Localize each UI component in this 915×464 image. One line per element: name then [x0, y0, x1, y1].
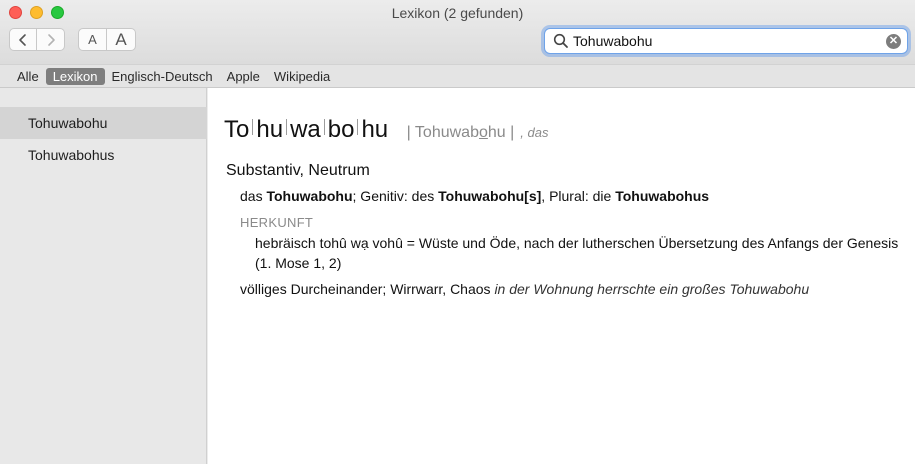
forms-text: , Plural: die [541, 188, 616, 204]
sense-definition: völliges Durcheinander; Wirrwarr, Chaos … [240, 281, 809, 297]
search-field[interactable]: ✕ [544, 28, 908, 54]
syllable-separator [323, 119, 325, 135]
navigation-buttons [9, 28, 65, 51]
search-icon [553, 33, 568, 48]
sense-example: in der Wohnung herrschte ein großes Tohu… [494, 281, 810, 297]
increase-font-button[interactable]: A [107, 28, 136, 51]
forms-bold: Tohuwabohus [615, 188, 710, 204]
forms-text: das [240, 188, 267, 204]
grammatical-gender: , das [520, 125, 549, 140]
headword-syllable: bo [327, 116, 355, 143]
chevron-left-icon [19, 33, 26, 46]
source-tabs: Alle Lexikon Englisch-Deutsch Apple Wiki… [0, 64, 915, 88]
etymology-text: hebräisch tohû wạ vohû = Wüste und Öde, … [255, 235, 899, 271]
syllable-separator [357, 119, 359, 135]
search-input[interactable] [573, 33, 886, 49]
forms-bold: Tohuwabohu [266, 188, 353, 204]
forms-text: ; Genitiv: des [352, 188, 439, 204]
window-title: Lexikon (2 gefunden) [391, 5, 524, 21]
tab-lexikon[interactable]: Lexikon [45, 67, 105, 85]
pronunciation-start: | Tohuwab [406, 124, 479, 141]
headword-syllable: To [224, 116, 250, 143]
part-of-speech: Substantiv, Neutrum [226, 162, 370, 179]
clear-search-icon[interactable]: ✕ [886, 33, 901, 49]
headword-syllable: hu [361, 116, 389, 143]
chevron-right-icon [47, 33, 55, 46]
entry-content: To hu wa bo hu | Tohuwabohu |, das Substanti… [208, 88, 915, 464]
pronunciation-end: hu | [487, 124, 515, 141]
titlebar: Lexikon (2 gefunden) A A ✕ [0, 0, 915, 64]
inflection-forms: das Tohuwabohu; Genitiv: des Tohuwabohu[… [240, 188, 709, 204]
headword-syllable: hu [256, 116, 284, 143]
entry-headline: To hu wa bo hu | Tohuwabohu |, das [224, 116, 548, 144]
sense-text: völliges Durcheinander; Wirrwarr, Chaos [240, 281, 495, 297]
decrease-font-button[interactable]: A [78, 28, 107, 51]
syllable-separator [252, 119, 254, 135]
pronunciation: | Tohuwabohu | [407, 124, 515, 141]
tab-apple[interactable]: Apple [220, 68, 267, 85]
result-item-tohuwabohu[interactable]: Tohuwabohu [0, 107, 207, 139]
results-sidebar: Tohuwabohu Tohuwabohus [0, 88, 207, 464]
back-button[interactable] [9, 28, 37, 51]
syllable-separator [286, 119, 288, 135]
result-item-tohuwabohus[interactable]: Tohuwabohus [0, 139, 207, 171]
tab-englisch-deutsch[interactable]: Englisch-Deutsch [105, 68, 220, 85]
forward-button[interactable] [37, 28, 65, 51]
etymology-label: HERKUNFT [240, 215, 314, 230]
tab-wikipedia[interactable]: Wikipedia [267, 68, 337, 85]
forms-bold: Tohuwabohu[s] [438, 188, 542, 204]
headword-syllable: wa [290, 116, 321, 143]
font-size-buttons: A A [78, 28, 136, 51]
dictionary-window: Lexikon (2 gefunden) A A ✕ [0, 0, 915, 464]
tab-alle[interactable]: Alle [10, 68, 46, 85]
stressed-vowel: o [478, 124, 488, 141]
